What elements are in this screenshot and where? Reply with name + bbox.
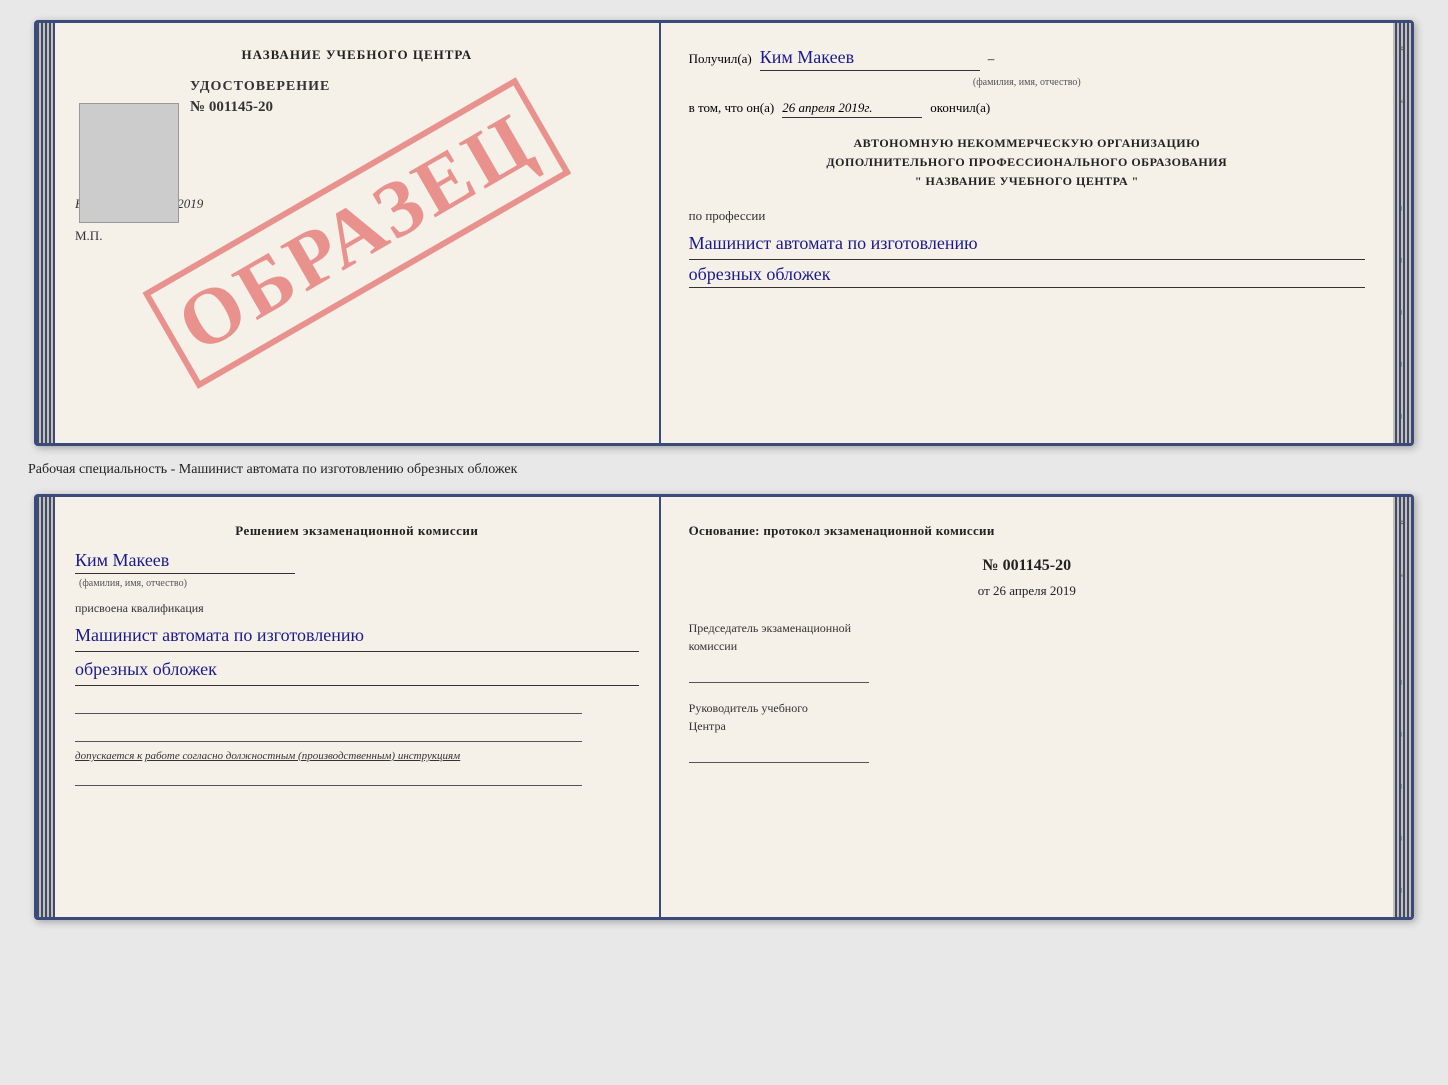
chairman-label: Председатель экзаменационной комиссии: [689, 619, 1365, 655]
qualification-label: присвоена квалификация: [75, 601, 639, 616]
fio-subtitle-top: (фамилия, имя, отчество): [689, 77, 1365, 88]
cert-title-block: УДОСТОВЕРЕНИЕ № 001145-20: [190, 79, 639, 116]
card-spine-bottom-left: [37, 497, 55, 917]
top-card-right: Получил(а) Ким Макеев – (фамилия, имя, о…: [661, 23, 1393, 443]
side-mark-и: и: [1397, 46, 1407, 52]
bottom-document-card: Решением экзаменационной комиссии Ким Ма…: [34, 494, 1414, 920]
profession-line2: обрезных обложек: [689, 264, 1365, 288]
photo-placeholder: [79, 103, 179, 223]
profession-label: по профессии: [689, 208, 1365, 224]
side-mark-dash3: –: [1397, 310, 1407, 316]
institution-title: НАЗВАНИЕ УЧЕБНОГО ЦЕНТРА: [75, 47, 639, 63]
допуск-text: допускается к работе согласно должностны…: [75, 750, 639, 762]
qual-line1: Машинист автомата по изготовлению: [75, 622, 639, 652]
between-text: Рабочая специальность - Машинист автомат…: [20, 462, 517, 478]
bottom-person-name: Ким Макеев: [75, 550, 295, 574]
bot-side-mark-dash1: –: [1397, 680, 1407, 686]
date-line: в том, что он(а) 26 апреля 2019г. окончи…: [689, 100, 1365, 118]
bot-side-mark-dash5: –: [1397, 888, 1407, 894]
blank-line-3: [75, 766, 582, 786]
top-card-left: НАЗВАНИЕ УЧЕБНОГО ЦЕНТРА УДОСТОВЕРЕНИЕ №…: [55, 23, 661, 443]
bot-side-mark-dash4: –: [1397, 836, 1407, 842]
profession-line1: Машинист автомата по изготовлению: [689, 230, 1365, 260]
top-document-card: НАЗВАНИЕ УЧЕБНОГО ЦЕНТРА УДОСТОВЕРЕНИЕ №…: [34, 20, 1414, 446]
protocol-date: от 26 апреля 2019: [689, 583, 1365, 599]
cert-title: УДОСТОВЕРЕНИЕ: [190, 79, 639, 95]
side-mark-dash2: –: [1397, 258, 1407, 264]
dash-after-name: –: [988, 51, 995, 67]
org-line3: " НАЗВАНИЕ УЧЕБНОГО ЦЕНТРА ": [689, 172, 1365, 191]
bot-side-mark-и: и: [1397, 520, 1407, 526]
card-spine-left: [37, 23, 55, 443]
recipient-line: Получил(а) Ким Макеев –: [689, 47, 1365, 71]
completed-label: окончил(а): [930, 100, 990, 116]
side-mark-dash5: –: [1397, 414, 1407, 420]
head-signature-line: [689, 739, 869, 763]
blank-line-2: [75, 722, 582, 742]
head-label: Руководитель учебного Центра: [689, 699, 1365, 735]
bottom-card-left: Решением экзаменационной комиссии Ким Ма…: [55, 497, 661, 917]
bot-side-mark-arrow: ←: [1397, 624, 1407, 634]
protocol-number: № 001145-20: [689, 557, 1365, 575]
qual-line2: обрезных обложек: [75, 656, 639, 686]
fio-subtitle-bottom: (фамилия, имя, отчество): [79, 578, 639, 589]
допуск-value: работе согласно должностным (производств…: [145, 750, 460, 762]
bottom-card-right: Основание: протокол экзаменационной коми…: [661, 497, 1393, 917]
recipient-name: Ким Макеев: [760, 47, 980, 71]
chairman-label1: Председатель экзаменационной: [689, 621, 851, 635]
mp-label: М.П.: [75, 228, 639, 244]
допуск-label: допускается к: [75, 750, 142, 762]
cert-number: № 001145-20: [190, 99, 639, 116]
in-that-label: в том, что он(а): [689, 100, 775, 116]
blank-line-1: [75, 694, 582, 714]
protocol-date-prefix: от: [978, 583, 990, 598]
org-line1: АВТОНОМНУЮ НЕКОММЕРЧЕСКУЮ ОРГАНИЗАЦИЮ: [689, 134, 1365, 153]
right-edge-top: и а ← – – – – –: [1393, 23, 1411, 443]
chairman-signature-line: [689, 659, 869, 683]
protocol-date-value: 26 апреля 2019: [993, 583, 1076, 598]
side-mark-а: а: [1397, 99, 1407, 104]
chairman-label2: комиссии: [689, 639, 738, 653]
received-label: Получил(а): [689, 51, 752, 67]
commission-title: Решением экзаменационной комиссии: [75, 521, 639, 542]
side-mark-dash1: –: [1397, 206, 1407, 212]
right-edge-bottom: и а ← – – – – –: [1393, 497, 1411, 917]
head-block: Руководитель учебного Центра: [689, 699, 1365, 763]
completed-date: 26 апреля 2019г.: [782, 100, 922, 118]
bot-side-mark-dash2: –: [1397, 732, 1407, 738]
head-label1: Руководитель учебного: [689, 701, 808, 715]
foundation-label: Основание: протокол экзаменационной коми…: [689, 521, 1365, 541]
org-line2: ДОПОЛНИТЕЛЬНОГО ПРОФЕССИОНАЛЬНОГО ОБРАЗО…: [689, 153, 1365, 172]
side-mark-arrow: ←: [1397, 150, 1407, 160]
side-mark-dash4: –: [1397, 362, 1407, 368]
bot-side-mark-dash3: –: [1397, 784, 1407, 790]
chairman-block: Председатель экзаменационной комиссии: [689, 619, 1365, 683]
org-block: АВТОНОМНУЮ НЕКОММЕРЧЕСКУЮ ОРГАНИЗАЦИЮ ДО…: [689, 134, 1365, 192]
head-label2: Центра: [689, 719, 726, 733]
bot-side-mark-а: а: [1397, 573, 1407, 578]
допуск-underline: работе согласно должностным (производств…: [145, 750, 460, 762]
